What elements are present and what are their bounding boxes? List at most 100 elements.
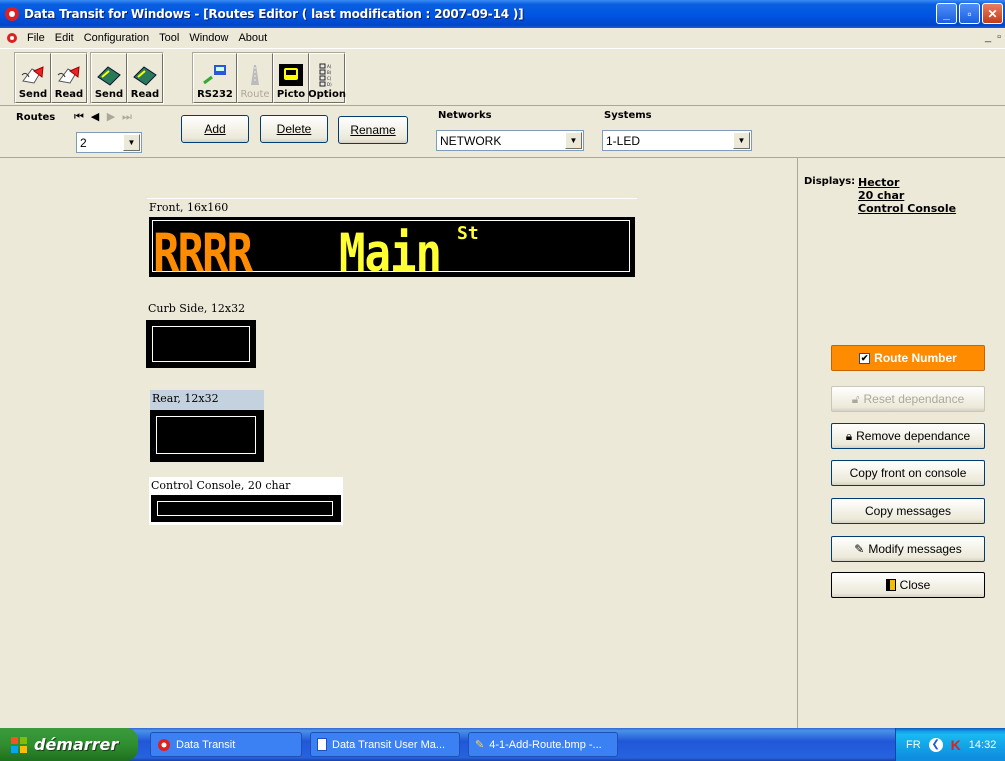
- copy-messages-button[interactable]: Copy messages: [831, 498, 985, 524]
- close-panel-button[interactable]: Close: [831, 572, 985, 598]
- send-card-icon: [97, 66, 121, 86]
- antivirus-k-icon[interactable]: K: [951, 737, 961, 753]
- last-route-icon[interactable]: ⏭: [120, 110, 134, 124]
- data-transit-app-icon: [158, 738, 170, 751]
- task-data-transit[interactable]: Data Transit: [150, 732, 302, 757]
- first-route-icon[interactable]: ⏮: [72, 110, 86, 124]
- route-icon: [251, 65, 259, 85]
- front-display-title: Front, 16x160: [149, 201, 229, 214]
- rear-led-screen[interactable]: [150, 410, 264, 462]
- svg-text:C): C): [327, 76, 332, 81]
- close-window-button[interactable]: ✕: [982, 3, 1003, 24]
- display-link-hector[interactable]: Hector: [858, 176, 956, 189]
- lock-icon: 🔒︎: [845, 428, 853, 443]
- chevron-down-icon[interactable]: ▼: [565, 132, 582, 149]
- mdi-restore-button[interactable]: ▫: [997, 31, 1001, 43]
- toolbar: Send Read Send Read RS232 Route Picto A)…: [0, 48, 1005, 106]
- copy-front-on-console-button[interactable]: Copy front on console: [831, 460, 985, 486]
- network-select[interactable]: NETWORK ▼: [436, 130, 584, 151]
- menu-window[interactable]: Window: [184, 32, 233, 44]
- displays-label: Displays:: [804, 176, 856, 187]
- modify-messages-button[interactable]: ✎ Modify messages: [831, 536, 985, 562]
- send-card-button[interactable]: Send: [91, 53, 127, 103]
- route-button[interactable]: Route: [237, 53, 273, 103]
- chevron-down-icon[interactable]: ▼: [733, 132, 750, 149]
- option-icon: A)B)C)D): [319, 63, 332, 87]
- toolbar-group-tickets: Send Read: [14, 52, 88, 104]
- rs232-icon: [203, 65, 226, 85]
- rear-display-title: Rear, 12x32: [152, 392, 219, 405]
- curb-side-display[interactable]: Curb Side, 12x32: [146, 300, 258, 368]
- menu-about[interactable]: About: [233, 32, 272, 44]
- systems-label: Systems: [604, 110, 652, 121]
- display-link-control-console[interactable]: Control Console: [858, 202, 956, 215]
- task-user-manual[interactable]: Data Transit User Ma...: [310, 732, 460, 757]
- send-ticket-icon: [21, 66, 44, 84]
- control-console-screen[interactable]: [151, 495, 341, 522]
- add-route-button[interactable]: Add: [181, 115, 249, 143]
- maximize-button[interactable]: ▫: [959, 3, 980, 24]
- start-button[interactable]: démarrer: [0, 728, 138, 761]
- front-display[interactable]: Front, 16x160 RRRR Main St: [147, 198, 637, 284]
- rear-display[interactable]: Rear, 12x32: [150, 390, 264, 462]
- read-card-icon: [133, 66, 157, 86]
- previous-route-icon[interactable]: ◀: [88, 110, 102, 124]
- chevron-down-icon[interactable]: ▼: [123, 134, 140, 151]
- title-bar: Data Transit for Windows - [Routes Edito…: [0, 0, 1005, 28]
- option-button[interactable]: A) B) C) D) Option: [308, 53, 346, 103]
- control-console-display[interactable]: Control Console, 20 char: [149, 477, 343, 525]
- delete-route-button[interactable]: Delete: [260, 115, 328, 143]
- minimize-button[interactable]: _: [936, 3, 957, 24]
- route-side-panel: Displays: Hector 20 char Control Console…: [797, 158, 1005, 728]
- svg-text:B): B): [327, 70, 332, 75]
- paint-icon: ✎: [475, 739, 485, 751]
- routes-bar: Routes ⏮ ◀ ▶ ⏭ 2 ▼ Add Delete Rename Net…: [0, 106, 1005, 158]
- menu-configuration[interactable]: Configuration: [79, 32, 154, 44]
- task-paint-image[interactable]: ✎ 4-1-Add-Route.bmp -...: [468, 732, 618, 757]
- curb-side-led-screen[interactable]: [146, 320, 256, 368]
- lock-icon: 🔓︎: [851, 391, 860, 406]
- read-ticket-icon: [57, 66, 80, 84]
- displays-canvas: Front, 16x160 RRRR Main St Curb Side, 12…: [0, 158, 797, 728]
- read-card-button[interactable]: Read: [127, 53, 163, 103]
- windows-logo-icon: [11, 736, 27, 753]
- menu-file[interactable]: File: [22, 32, 50, 44]
- remove-dependance-button[interactable]: 🔒︎ Remove dependance: [831, 423, 985, 449]
- mdi-minimize-button[interactable]: _: [985, 31, 991, 43]
- system-select[interactable]: 1-LED ▼: [602, 130, 752, 151]
- rs232-button[interactable]: RS232: [193, 53, 237, 103]
- picto-icon: [279, 64, 303, 86]
- read-ticket-button[interactable]: Read: [51, 53, 87, 103]
- toolbar-group-tools: RS232 Route Picto A) B) C) D) Option: [192, 52, 346, 104]
- svg-text:A): A): [327, 64, 332, 69]
- taskbar: démarrer Data Transit Data Transit User …: [0, 728, 1005, 761]
- display-link-20-char[interactable]: 20 char: [858, 189, 956, 202]
- front-destination-text: Main: [339, 223, 442, 285]
- exit-door-icon: [885, 579, 896, 591]
- rename-route-button[interactable]: Rename: [338, 116, 408, 144]
- svg-text:D): D): [327, 82, 332, 87]
- tray-arrow-icon[interactable]: ❮: [928, 737, 943, 752]
- menu-bar: File Edit Configuration Tool Window Abou…: [0, 28, 1005, 48]
- system-tray: FR ❮ K 14:32: [895, 728, 1005, 761]
- curb-side-display-title: Curb Side, 12x32: [148, 302, 246, 315]
- edit-messages-icon: ✎: [854, 542, 865, 556]
- checkbox-checked-icon[interactable]: ✔: [859, 352, 871, 364]
- toolbar-group-cards: Send Read: [90, 52, 164, 104]
- clock[interactable]: 14:32: [969, 739, 997, 751]
- next-route-icon[interactable]: ▶: [104, 110, 118, 124]
- control-console-display-title: Control Console, 20 char: [151, 479, 291, 492]
- routes-label: Routes: [16, 112, 56, 123]
- picto-button[interactable]: Picto: [273, 53, 309, 103]
- route-select[interactable]: 2 ▼: [76, 132, 142, 153]
- front-led-screen[interactable]: RRRR Main St: [149, 217, 635, 284]
- document-icon[interactable]: [6, 32, 18, 44]
- send-ticket-button[interactable]: Send: [15, 53, 51, 103]
- reset-dependance-button[interactable]: 🔓︎ Reset dependance: [831, 386, 985, 412]
- menu-edit[interactable]: Edit: [50, 32, 79, 44]
- document-icon: [317, 738, 327, 751]
- menu-tool[interactable]: Tool: [154, 32, 184, 44]
- front-destination-suffix: St: [457, 223, 479, 244]
- route-number-checkbox[interactable]: ✔ Route Number: [831, 345, 985, 371]
- language-indicator[interactable]: FR: [906, 739, 921, 751]
